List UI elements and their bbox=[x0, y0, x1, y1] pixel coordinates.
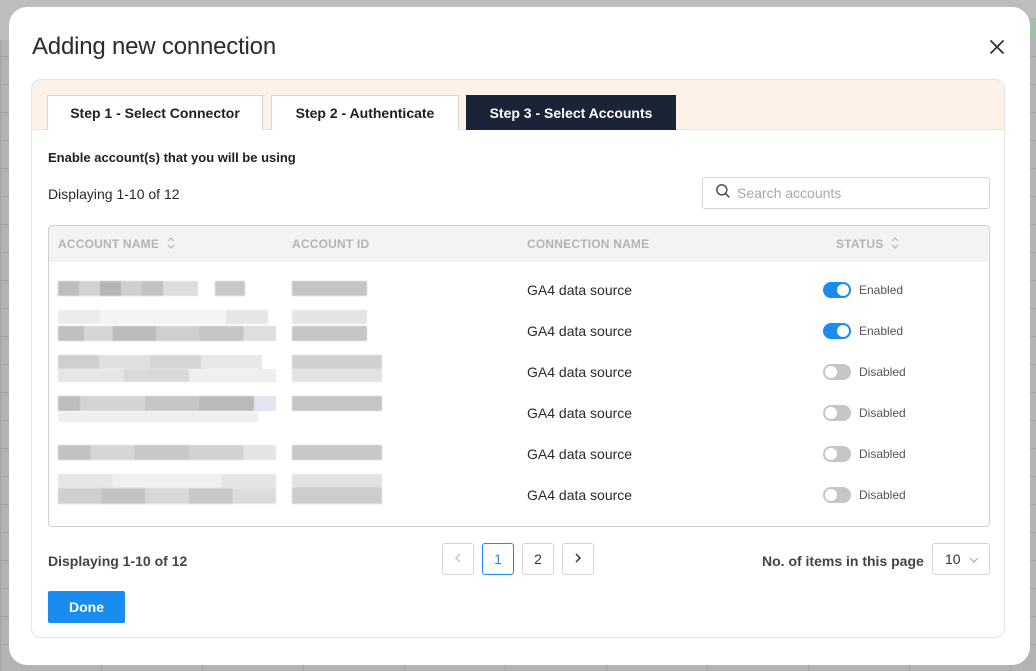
status-label: Disabled bbox=[859, 405, 906, 420]
table-row: GA4 data source Disabled bbox=[49, 433, 989, 474]
pagination-page-2[interactable]: 2 bbox=[522, 543, 554, 575]
column-header-account-id: ACCOUNT ID bbox=[292, 226, 369, 262]
chevron-down-icon bbox=[969, 551, 979, 567]
done-button[interactable]: Done bbox=[48, 591, 125, 623]
table-row: GA4 data source Disabled bbox=[49, 392, 989, 433]
account-id-redacted bbox=[292, 474, 382, 504]
status-label: Disabled bbox=[859, 364, 906, 379]
column-header-connection-name: CONNECTION NAME bbox=[527, 226, 649, 262]
sort-icon[interactable] bbox=[167, 236, 175, 253]
search-box[interactable] bbox=[702, 177, 990, 209]
add-connection-modal: Adding new connection Step 1 - Select Co… bbox=[9, 7, 1030, 665]
connection-name: GA4 data source bbox=[527, 486, 633, 503]
column-header-status[interactable]: STATUS bbox=[836, 226, 899, 262]
sort-icon[interactable] bbox=[891, 236, 899, 253]
status-cell: Enabled bbox=[823, 269, 903, 310]
status-toggle[interactable] bbox=[823, 363, 851, 380]
instruction-text: Enable account(s) that you will be using bbox=[48, 150, 296, 165]
connection-name: GA4 data source bbox=[527, 404, 633, 421]
column-header-account-name[interactable]: ACCOUNT NAME bbox=[58, 226, 175, 262]
column-label: ACCOUNT ID bbox=[292, 237, 370, 251]
status-cell: Disabled bbox=[823, 433, 906, 474]
account-id-redacted bbox=[292, 396, 382, 411]
chevron-right-icon bbox=[573, 551, 583, 567]
status-toggle[interactable] bbox=[823, 486, 851, 503]
status-cell: Enabled bbox=[823, 310, 903, 351]
close-button[interactable] bbox=[986, 36, 1008, 58]
search-input[interactable] bbox=[737, 185, 977, 201]
table-row: GA4 data source Disabled bbox=[49, 474, 989, 515]
display-count-bottom: Displaying 1-10 of 12 bbox=[48, 553, 188, 569]
items-per-page-select[interactable]: 10 bbox=[932, 543, 990, 575]
account-id-redacted bbox=[292, 281, 367, 296]
column-label: STATUS bbox=[836, 237, 884, 251]
table-row: GA4 data source Enabled bbox=[49, 310, 989, 351]
wizard-panel: Step 1 - Select Connector Step 2 - Authe… bbox=[31, 79, 1005, 638]
table-row: GA4 data source Enabled bbox=[49, 269, 989, 310]
search-icon bbox=[715, 183, 731, 204]
close-icon bbox=[986, 36, 1008, 58]
column-label: ACCOUNT NAME bbox=[58, 237, 160, 251]
steps-header: Step 1 - Select Connector Step 2 - Authe… bbox=[32, 80, 1004, 130]
status-label: Disabled bbox=[859, 487, 906, 502]
status-label: Enabled bbox=[859, 282, 904, 297]
column-label: CONNECTION NAME bbox=[527, 237, 650, 251]
connection-name: GA4 data source bbox=[527, 445, 633, 462]
status-toggle[interactable] bbox=[823, 322, 851, 339]
status-label: Disabled bbox=[859, 446, 906, 461]
display-count-top: Displaying 1-10 of 12 bbox=[48, 186, 180, 202]
connection-name: GA4 data source bbox=[527, 281, 633, 298]
connection-name: GA4 data source bbox=[527, 363, 633, 380]
tab-step-2-authenticate[interactable]: Step 2 - Authenticate bbox=[271, 95, 459, 130]
chevron-left-icon bbox=[453, 551, 463, 567]
status-label: Enabled bbox=[859, 323, 904, 338]
table-row: GA4 data source Disabled bbox=[49, 351, 989, 392]
connection-name: GA4 data source bbox=[527, 322, 633, 339]
pagination-next-button[interactable] bbox=[562, 543, 594, 575]
modal-title: Adding new connection bbox=[32, 33, 276, 60]
items-per-page-label: No. of items in this page bbox=[762, 553, 924, 569]
pagination-page-1[interactable]: 1 bbox=[482, 543, 514, 575]
account-id-redacted bbox=[292, 445, 382, 460]
tab-step-3-select-accounts[interactable]: Step 3 - Select Accounts bbox=[466, 95, 676, 130]
items-per-page-value: 10 bbox=[945, 551, 961, 567]
accounts-table: ACCOUNT NAME ACCOUNT ID CONNECTION NAME … bbox=[48, 225, 990, 527]
status-cell: Disabled bbox=[823, 392, 906, 433]
account-id-redacted bbox=[292, 355, 382, 382]
status-cell: Disabled bbox=[823, 351, 906, 392]
status-toggle[interactable] bbox=[823, 281, 851, 298]
tab-step-1-select-connector[interactable]: Step 1 - Select Connector bbox=[47, 95, 263, 130]
status-cell: Disabled bbox=[823, 474, 906, 515]
table-header: ACCOUNT NAME ACCOUNT ID CONNECTION NAME … bbox=[49, 226, 989, 262]
status-toggle[interactable] bbox=[823, 445, 851, 462]
pagination-prev-button[interactable] bbox=[442, 543, 474, 575]
status-toggle[interactable] bbox=[823, 404, 851, 421]
